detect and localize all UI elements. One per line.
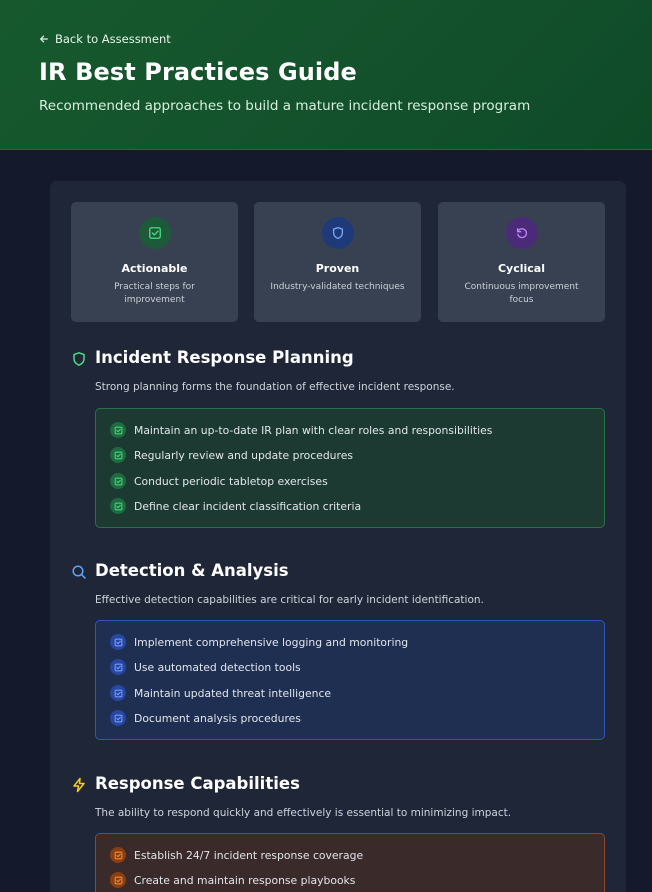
- check-square-icon: [114, 477, 122, 485]
- rotate-icon: [516, 227, 528, 239]
- feature-description: Practical steps for improvement: [114, 282, 195, 305]
- back-to-assessment-link[interactable]: Back to Assessment: [39, 32, 171, 46]
- list-item-text: Establish 24/7 incident response coverag…: [134, 848, 364, 862]
- check-badge: [110, 473, 126, 489]
- check-square-icon: [114, 663, 122, 671]
- list-item-text: Define clear incident classification cri…: [134, 499, 362, 513]
- list-item: Maintain an up-to-date IR plan with clea…: [110, 422, 492, 438]
- check-badge: [110, 447, 126, 463]
- page-subtitle: Recommended approaches to build a mature…: [39, 98, 531, 114]
- practice-list-detection: Implement comprehensive logging and moni…: [95, 620, 605, 740]
- practice-list-planning: Maintain an up-to-date IR plan with clea…: [95, 408, 605, 528]
- shield-icon: [332, 226, 344, 240]
- feature-card-actionable: Actionable Practical steps for improveme…: [71, 202, 238, 322]
- check-badge: [110, 872, 126, 888]
- feature-description: Continuous improvement focus: [464, 282, 579, 305]
- check-square-icon: [114, 876, 122, 884]
- list-item: Create and maintain response playbooks: [110, 872, 355, 888]
- check-square-icon: [114, 851, 122, 859]
- list-item: Use automated detection tools: [110, 659, 301, 675]
- page-title: IR Best Practices Guide: [39, 58, 357, 86]
- back-link-label: Back to Assessment: [55, 32, 171, 46]
- check-square-icon: [114, 638, 122, 646]
- check-square-icon: [149, 227, 161, 239]
- check-square-icon: [114, 502, 122, 510]
- list-item: Establish 24/7 incident response coverag…: [110, 847, 363, 863]
- section-title: Incident Response Planning: [95, 348, 354, 367]
- feature-title: Cyclical: [497, 262, 546, 275]
- check-badge: [110, 847, 126, 863]
- check-badge: [110, 634, 126, 650]
- feature-card-cyclical: Cyclical Continuous improvement focus: [438, 202, 605, 322]
- section-description: Strong planning forms the foundation of …: [95, 381, 455, 393]
- content-panel: Actionable Practical steps for improveme…: [50, 181, 626, 892]
- search-icon: [72, 565, 86, 579]
- check-badge: [110, 422, 126, 438]
- list-item-text: Create and maintain response playbooks: [134, 873, 356, 887]
- list-item: Maintain updated threat intelligence: [110, 685, 331, 701]
- list-item: Regularly review and update procedures: [110, 447, 353, 463]
- list-item-text: Document analysis procedures: [134, 711, 301, 725]
- check-square-icon: [114, 426, 122, 434]
- list-item-text: Use automated detection tools: [134, 660, 301, 674]
- arrow-left-icon: [40, 35, 48, 43]
- check-square-icon: [114, 689, 122, 697]
- list-item-text: Conduct periodic tabletop exercises: [134, 474, 328, 488]
- lightning-icon: [73, 777, 85, 793]
- check-square-icon: [114, 451, 122, 459]
- check-badge: [110, 659, 126, 675]
- shield-icon: [73, 352, 85, 366]
- feature-icon-badge: [506, 217, 538, 249]
- section-description: The ability to respond quickly and effec…: [95, 807, 512, 819]
- list-item: Conduct periodic tabletop exercises: [110, 473, 328, 489]
- list-item-text: Maintain an up-to-date IR plan with clea…: [134, 423, 493, 437]
- feature-title: Actionable: [121, 262, 188, 275]
- feature-card-proven: Proven Industry-validated techniques: [254, 202, 421, 322]
- feature-description: Industry-validated techniques: [270, 282, 405, 292]
- list-item: Document analysis procedures: [110, 710, 301, 726]
- check-badge: [110, 498, 126, 514]
- section-description: Effective detection capabilities are cri…: [95, 594, 484, 606]
- list-item-text: Maintain updated threat intelligence: [134, 686, 332, 700]
- page-header: Back to Assessment IR Best Practices Gui…: [0, 0, 652, 150]
- list-item: Define clear incident classification cri…: [110, 498, 361, 514]
- list-item-text: Regularly review and update procedures: [134, 448, 353, 462]
- list-item-text: Implement comprehensive logging and moni…: [134, 635, 409, 649]
- feature-icon-badge: [139, 217, 171, 249]
- feature-icon-badge: [322, 217, 354, 249]
- check-badge: [110, 685, 126, 701]
- practice-list-response: Establish 24/7 incident response coverag…: [95, 833, 605, 892]
- feature-title: Proven: [315, 262, 360, 275]
- section-title: Response Capabilities: [95, 774, 300, 793]
- section-title: Detection & Analysis: [95, 561, 289, 580]
- list-item: Implement comprehensive logging and moni…: [110, 634, 408, 650]
- check-square-icon: [114, 714, 122, 722]
- check-badge: [110, 710, 126, 726]
